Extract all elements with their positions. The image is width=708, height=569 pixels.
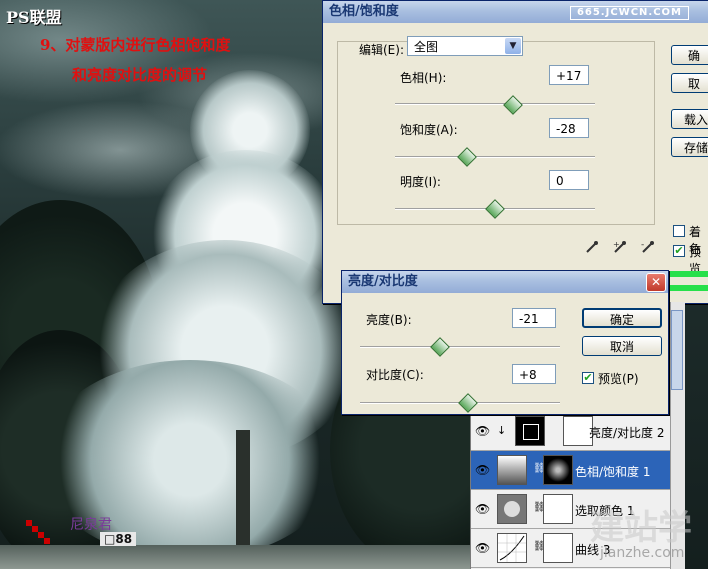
hue-label: 色相(H): bbox=[400, 71, 447, 85]
mask-thumbnail bbox=[543, 494, 573, 524]
watermark-digits: □88 bbox=[100, 532, 137, 546]
eye-icon[interactable]: 👁 bbox=[475, 541, 490, 555]
contrast-label: 对比度(C): bbox=[366, 368, 424, 382]
layer-name: 色相/饱和度 1 bbox=[575, 465, 651, 479]
watermark-bottom-left: 尼泉君 bbox=[70, 517, 112, 533]
brightness-label: 亮度(B): bbox=[366, 313, 412, 327]
brightness-contrast-titlebar[interactable]: 亮度/对比度 ✕ bbox=[342, 271, 668, 293]
lightness-input[interactable]: 0 bbox=[549, 170, 589, 190]
hue-slider-track[interactable] bbox=[395, 103, 595, 105]
adjustment-thumbnail bbox=[497, 494, 527, 524]
clip-arrow-icon: ↓ bbox=[497, 424, 507, 437]
saturation-input[interactable]: -28 bbox=[549, 118, 589, 138]
eye-icon[interactable]: 👁 bbox=[475, 424, 490, 438]
saturation-label: 饱和度(A): bbox=[400, 123, 458, 137]
layer-name: 亮度/对比度 2 bbox=[589, 426, 665, 440]
edit-select-value: 全图 bbox=[414, 40, 439, 54]
close-icon: ✕ bbox=[650, 275, 662, 289]
hs-preview-checkbox[interactable]: ✔ bbox=[673, 245, 685, 257]
watermark-logo: PS联盟 bbox=[6, 8, 62, 27]
adjustment-thumbnail bbox=[497, 455, 527, 485]
chevron-down-icon[interactable]: ▼ bbox=[505, 38, 521, 54]
instruction-line-1: 9、对蒙版内进行色相饱和度 bbox=[40, 36, 231, 54]
color-spectrum-bar-bottom bbox=[669, 285, 708, 291]
colorize-checkbox[interactable] bbox=[673, 225, 685, 237]
brightness-slider-track[interactable] bbox=[360, 346, 560, 348]
eyedropper-plus-icon[interactable]: + bbox=[613, 239, 627, 253]
brightness-input[interactable]: -21 bbox=[512, 308, 556, 328]
lightness-label: 明度(I): bbox=[400, 175, 441, 189]
bc-ok-button[interactable]: 确定 bbox=[582, 308, 662, 328]
watermark-bottom-right: 建站学 bbox=[590, 508, 692, 548]
hue-input[interactable]: +17 bbox=[549, 65, 589, 85]
brightness-contrast-title: 亮度/对比度 bbox=[348, 274, 418, 289]
saturation-slider-track[interactable] bbox=[395, 156, 595, 158]
watermark-url: 665.JCWCN.COM bbox=[569, 6, 689, 20]
close-button[interactable]: ✕ bbox=[646, 273, 666, 292]
edit-select[interactable]: 全图 ▼ bbox=[407, 36, 523, 56]
svg-text:-: - bbox=[641, 240, 644, 250]
bc-preview-label: 预览(P) bbox=[598, 372, 639, 386]
hs-save-button[interactable]: 存储 bbox=[671, 137, 708, 157]
layer-row[interactable]: 👁 ↓ 亮度/对比度 2 bbox=[471, 412, 671, 451]
contrast-input[interactable]: +8 bbox=[512, 364, 556, 384]
eye-icon[interactable]: 👁 bbox=[475, 463, 490, 477]
mask-thumbnail bbox=[543, 533, 573, 563]
layer-row-selected[interactable]: 👁 ⛓ 色相/饱和度 1 bbox=[471, 451, 671, 490]
bc-preview-checkbox[interactable]: ✔ bbox=[582, 372, 594, 384]
hue-saturation-titlebar[interactable]: 色相/饱和度 665.JCWCN.COM bbox=[323, 1, 708, 23]
hs-cancel-button[interactable]: 取 bbox=[671, 73, 708, 93]
svg-text:+: + bbox=[613, 240, 620, 249]
edit-label: 编辑(E): bbox=[359, 43, 404, 57]
hs-load-button[interactable]: 载入 bbox=[671, 109, 708, 129]
adjustment-thumbnail bbox=[515, 416, 545, 446]
instruction-line-2: 和亮度对比度的调节 bbox=[72, 66, 208, 84]
bc-cancel-button[interactable]: 取消 bbox=[582, 336, 662, 356]
color-spectrum-bar-top bbox=[669, 271, 708, 277]
watermark-pixel-logo bbox=[26, 516, 66, 544]
hue-saturation-title: 色相/饱和度 bbox=[329, 4, 399, 19]
contrast-slider-thumb[interactable] bbox=[458, 393, 478, 413]
hue-saturation-dialog: 色相/饱和度 665.JCWCN.COM 编辑(E): 全图 ▼ 色相(H): … bbox=[322, 0, 708, 304]
layers-scrollbar-thumb[interactable] bbox=[671, 310, 683, 390]
hue-saturation-group bbox=[337, 41, 655, 225]
eyedropper-minus-icon[interactable]: - bbox=[641, 239, 655, 253]
brightness-slider-thumb[interactable] bbox=[430, 337, 450, 357]
watermark-bottom-right-url: jianzhe.com bbox=[600, 545, 685, 561]
curves-thumbnail bbox=[497, 533, 527, 563]
brightness-contrast-dialog: 亮度/对比度 ✕ 亮度(B): -21 对比度(C): +8 确定 取消 ✔ 预… bbox=[341, 270, 669, 415]
eyedropper-icon[interactable] bbox=[585, 239, 599, 253]
mask-thumbnail bbox=[543, 455, 573, 485]
hs-ok-button[interactable]: 确 bbox=[671, 45, 708, 65]
eye-icon[interactable]: 👁 bbox=[475, 502, 490, 516]
